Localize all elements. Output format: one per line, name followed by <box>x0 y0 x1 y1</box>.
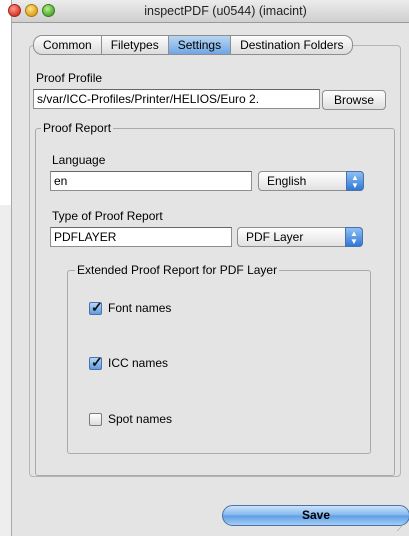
spot-names-checkbox[interactable] <box>89 412 102 426</box>
tab-common[interactable]: Common <box>33 35 102 55</box>
language-label: Language <box>52 153 106 167</box>
proof-profile-label: Proof Profile <box>36 71 103 85</box>
checkmark-icon: ✓ <box>91 353 103 370</box>
report-type-select[interactable]: PDF Layer ▲ ▼ <box>237 227 363 247</box>
background-strip <box>0 205 11 536</box>
font-names-checkbox[interactable]: ✓ <box>89 298 103 315</box>
resize-grip-icon[interactable]: ⟋ <box>397 524 407 534</box>
extended-report-legend: Extended Proof Report for PDF Layer <box>75 263 280 277</box>
icc-names-option[interactable]: ✓ ICC names <box>89 353 169 370</box>
checkmark-icon: ✓ <box>91 298 103 315</box>
window-title: inspectPDF (u0544) (imacint) <box>144 4 307 18</box>
spot-names-label: Spot names <box>108 412 173 426</box>
report-type-field[interactable]: PDFLAYER <box>50 227 232 247</box>
save-button[interactable]: Save <box>222 505 409 526</box>
inspectpdf-window: inspectPDF (u0544) (imacint) Common File… <box>8 0 409 536</box>
tab-bar: Common Filetypes Settings Destination Fo… <box>33 35 354 55</box>
title-bar[interactable]: inspectPDF (u0544) (imacint) <box>8 0 409 23</box>
font-names-label: Font names <box>108 301 172 315</box>
report-type-label: Type of Proof Report <box>52 209 163 223</box>
updown-arrows-icon: ▲ ▼ <box>346 171 364 191</box>
proof-report-legend: Proof Report <box>41 121 114 135</box>
updown-arrows-icon: ▲ ▼ <box>345 227 363 247</box>
language-select-value: English <box>267 174 307 188</box>
icc-names-checkbox[interactable]: ✓ <box>89 353 103 370</box>
spot-names-option[interactable]: Spot names <box>89 412 172 426</box>
icc-names-label: ICC names <box>108 356 169 370</box>
browse-button[interactable]: Browse <box>322 90 386 110</box>
language-field[interactable]: en <box>50 171 252 191</box>
report-type-select-value: PDF Layer <box>246 230 304 244</box>
tab-filetypes[interactable]: Filetypes <box>101 35 169 55</box>
language-select[interactable]: English ▲ ▼ <box>258 171 364 191</box>
tab-destination-folders[interactable]: Destination Folders <box>231 35 354 55</box>
tab-settings[interactable]: Settings <box>168 35 232 55</box>
font-names-option[interactable]: ✓ Font names <box>89 298 172 315</box>
proof-profile-field[interactable]: s/var/ICC-Profiles/Printer/HELIOS/Euro 2… <box>33 89 320 109</box>
